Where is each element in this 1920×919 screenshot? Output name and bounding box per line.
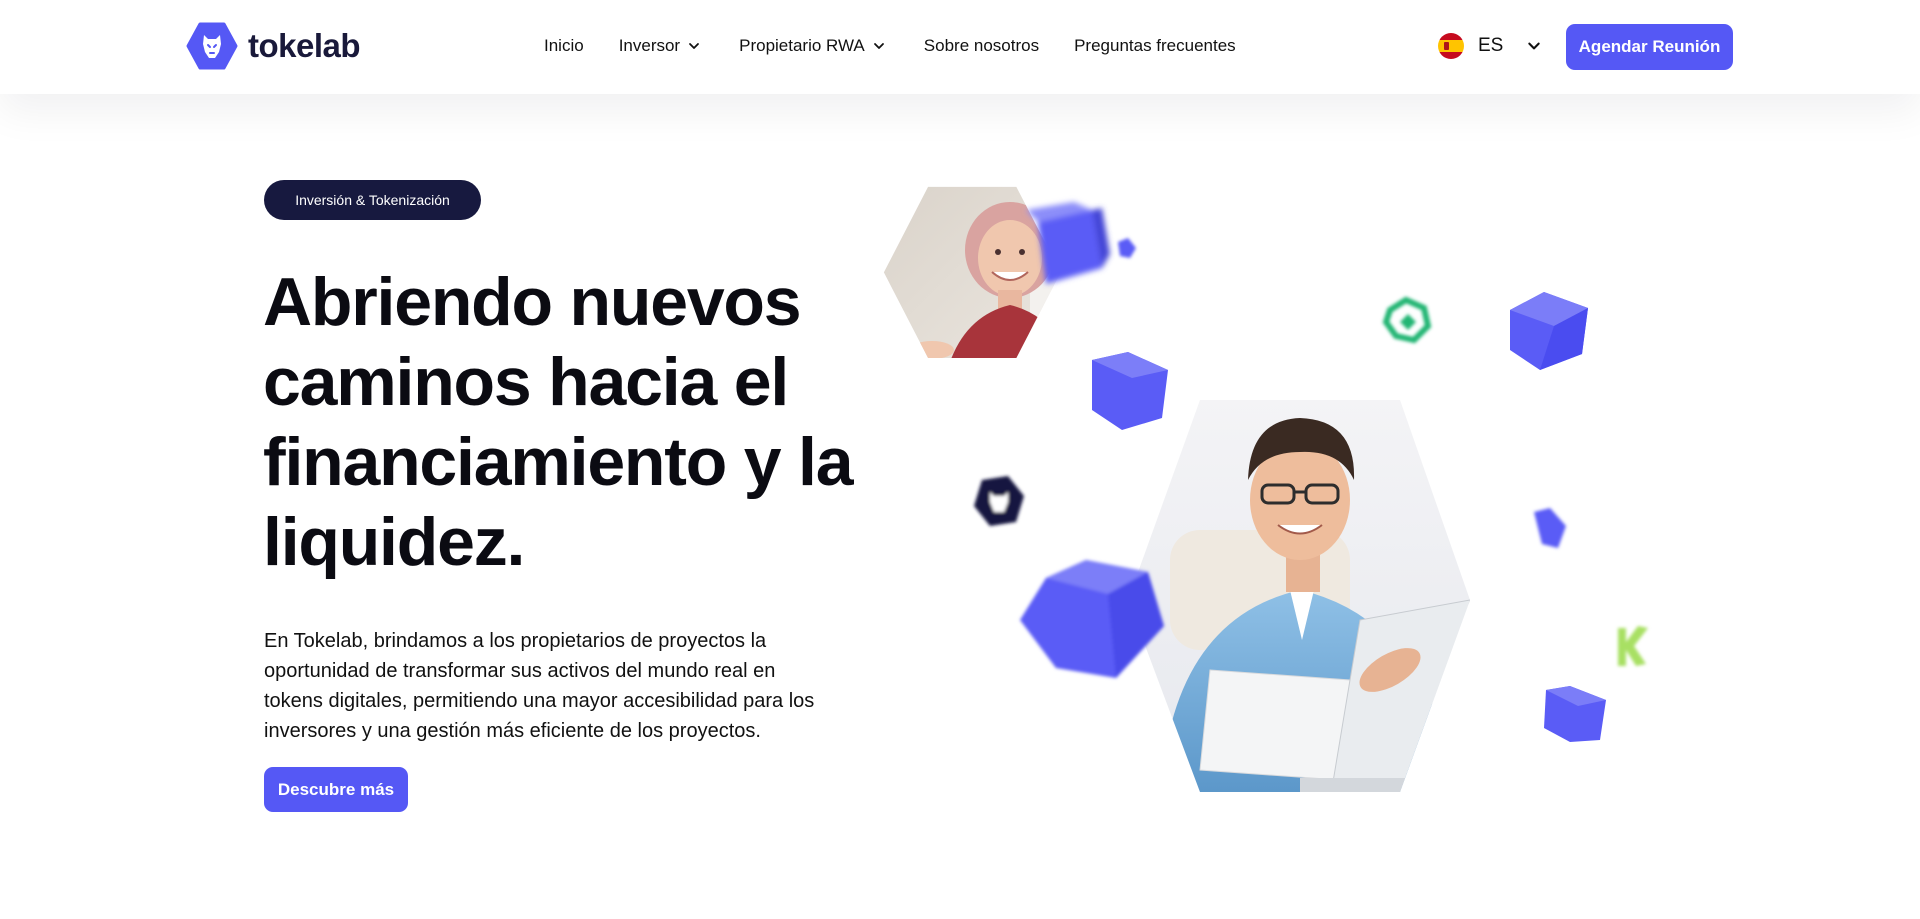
nav-item-label: Inicio [544,36,584,55]
token-cube-icon [1534,508,1566,548]
language-selector[interactable]: ES [1438,33,1541,59]
nav-item-inicio[interactable]: Inicio [544,36,584,56]
token-cube-icon [1092,352,1168,430]
chevron-down-icon [873,43,884,49]
nav-item-preguntas-frecuentes[interactable]: Preguntas frecuentes [1074,36,1236,56]
brand-logo[interactable]: tokelab [186,22,361,70]
nav-item-sobre-nosotros[interactable]: Sobre nosotros [924,36,1039,56]
brand-name: tokelab [248,27,361,64]
main-nav: Inicio Inversor Propietario RWA Sobre no… [544,36,1236,56]
nav-item-propietario-rwa[interactable]: Propietario RWA [739,36,885,56]
nav-item-label: Preguntas frecuentes [1074,36,1236,55]
tokelab-lion-hex-icon [186,22,238,70]
schedule-meeting-button[interactable]: Agendar Reunión [1566,24,1733,70]
chevron-down-icon [689,43,700,49]
token-cube-icon [1510,292,1588,370]
nav-item-label: Propietario RWA [739,36,865,55]
hero-description: En Tokelab, brindamos a los propietarios… [264,630,815,742]
tokelab-token-icon [974,476,1024,526]
discover-more-button[interactable]: Descubre más [264,767,408,812]
token-cube-icon [1020,560,1164,678]
chevron-down-icon [1528,42,1541,50]
lime-token-icon [1618,626,1648,666]
site-header: tokelab Inicio Inversor Propietario RWA … [0,0,1920,94]
token-cube-icon [1544,686,1606,742]
language-code: ES [1478,35,1504,56]
hero-badge: Inversión & Tokenización [264,180,481,220]
spain-flag-icon [1438,33,1464,59]
investor-man-photo [1128,400,1470,792]
nav-item-label: Inversor [618,36,681,55]
nav-item-inversor[interactable]: Inversor [619,36,700,56]
green-token-icon [1382,296,1432,344]
hero-title: Abriendo nuevos caminos hacia el financi… [263,264,854,580]
token-cube-icon [1118,238,1136,258]
nav-item-label: Sobre nosotros [923,36,1040,55]
hero-illustration [870,180,1670,820]
